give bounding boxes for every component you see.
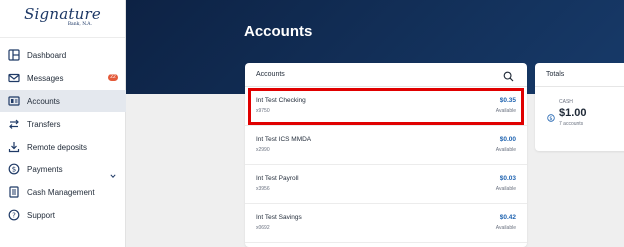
cash-account-count: 7 accounts (559, 121, 584, 127)
sidebar-item-label: Remote deposits (27, 142, 88, 152)
account-number: x3956 (256, 186, 270, 192)
cash-label: CASH (559, 99, 573, 105)
sidebar-item-label: Cash Management (27, 187, 95, 197)
account-number: x9750 (256, 108, 270, 114)
account-row[interactable]: Int Test Savings x0692 $0.42 Available (245, 204, 527, 243)
account-balance: $0.35 (499, 97, 516, 104)
account-balance: $0.03 (499, 175, 516, 182)
svg-text:$: $ (549, 116, 552, 122)
logo-wordmark: Signature (24, 5, 101, 23)
sidebar-item-payments[interactable]: $ Payments (0, 158, 126, 180)
cash-management-icon (8, 186, 20, 198)
account-number: x2990 (256, 147, 270, 153)
search-icon[interactable] (503, 69, 515, 82)
svg-text:?: ? (12, 211, 16, 219)
account-balance: $0.00 (499, 136, 516, 143)
account-name: Int Test Payroll (256, 175, 299, 182)
totals-card-header: Totals (535, 63, 624, 87)
account-name: Int Test Savings (256, 214, 302, 221)
totals-card: Totals CASH $ $1.00 7 accounts (535, 63, 624, 151)
help-icon: ? (8, 209, 20, 221)
balance-label: Available (495, 147, 516, 153)
account-name: Int Test Checking (256, 97, 306, 104)
sidebar: Signature Bank, N.A. Dashboard Messages … (0, 0, 126, 247)
sidebar-item-transfers[interactable]: Transfers (0, 113, 126, 135)
transfer-icon (8, 118, 20, 130)
payments-icon: $ (8, 163, 20, 175)
sidebar-item-messages[interactable]: Messages 22 (0, 67, 126, 89)
account-row[interactable]: Int Test ICS MMDA x2990 $0.00 Available (245, 126, 527, 165)
sidebar-item-label: Transfers (27, 119, 61, 129)
account-balance: $0.42 (499, 214, 516, 221)
dashboard-icon (8, 49, 20, 61)
accounts-icon (8, 95, 20, 107)
cash-total-amount: $1.00 (559, 107, 587, 119)
accounts-card-header: Accounts (245, 63, 527, 87)
balance-label: Available (495, 108, 516, 114)
page-title: Accounts (244, 23, 313, 40)
dollar-circle-icon: $ (547, 109, 555, 122)
account-name: Int Test ICS MMDA (256, 136, 312, 143)
sidebar-item-accounts[interactable]: Accounts (0, 90, 126, 112)
account-number: x0692 (256, 225, 270, 231)
sidebar-item-label: Dashboard (27, 50, 67, 60)
balance-label: Available (495, 186, 516, 192)
sidebar-item-label: Accounts (27, 96, 60, 106)
totals-card-title: Totals (546, 71, 565, 78)
account-row[interactable]: Int Test Checking x9750 $0.35 Available (245, 87, 527, 126)
accounts-card-title: Accounts (256, 71, 285, 78)
sidebar-item-remote-deposits[interactable]: Remote deposits (0, 136, 126, 158)
sidebar-item-label: Support (27, 210, 56, 220)
sidebar-item-support[interactable]: ? Support (0, 204, 126, 226)
sidebar-item-label: Messages (27, 73, 64, 83)
sidebar-item-dashboard[interactable]: Dashboard (0, 44, 126, 66)
bank-logo[interactable]: Signature Bank, N.A. (0, 0, 125, 38)
mail-icon (8, 72, 20, 84)
unread-count-badge: 22 (108, 74, 118, 81)
chevron-down-icon[interactable] (110, 166, 116, 178)
accounts-card: Accounts Int Test Checking x9750 $0.35 A… (245, 63, 527, 247)
balance-label: Available (495, 225, 516, 231)
account-row[interactable]: Int Test Payroll x3956 $0.03 Available (245, 165, 527, 204)
sidebar-item-label: Payments (27, 164, 63, 174)
sidebar-item-cash-management[interactable]: Cash Management (0, 181, 126, 203)
deposit-icon (8, 141, 20, 153)
svg-text:$: $ (12, 165, 16, 173)
